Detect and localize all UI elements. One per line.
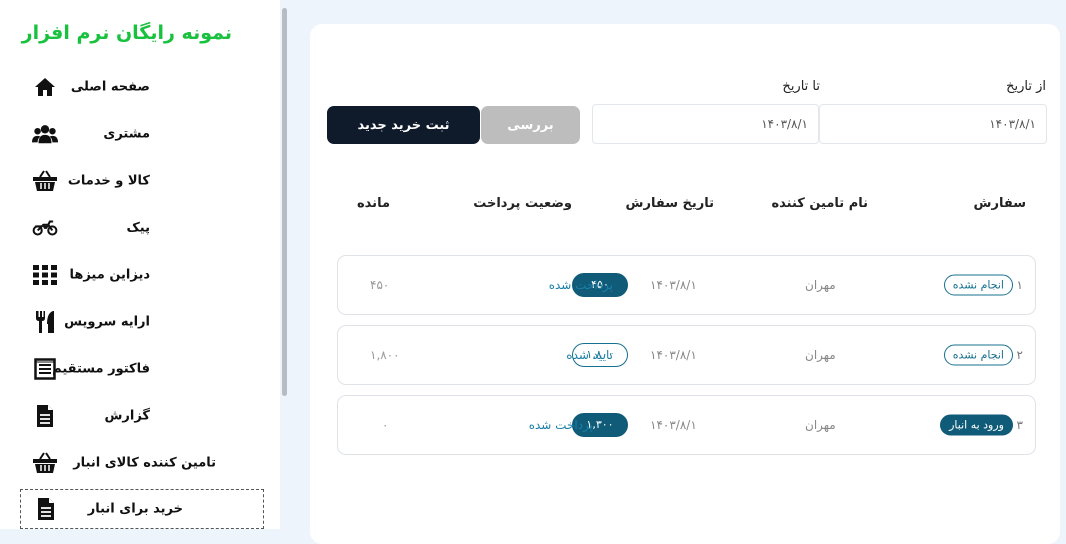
header-supplier: نام تامین کننده [771,196,868,211]
invoice-icon [32,357,58,381]
users-icon [32,122,58,146]
table-row[interactable]: ۳ ورود به انبار مهران ۱۴۰۳/۸/۱ ۱,۳۰۰ پرد… [337,395,1036,455]
payment-status: تایید شده [566,348,613,362]
remaining-amount: ۱,۸۰۰ [370,348,400,362]
order-date: ۱۴۰۳/۸/۱ [650,348,697,362]
grid-icon [32,263,58,287]
sidebar-item-label: گزارش [104,408,150,424]
header-payment-status: وضعیت پرداخت [473,196,572,211]
remaining-amount: ۴۵۰ [370,278,390,292]
sidebar-item-service[interactable]: ارایه سرویس [20,302,262,342]
sidebar-item-label: پیک [126,220,151,236]
table-row[interactable]: ۱ انجام نشده مهران ۱۴۰۳/۸/۱ ۴۵۰ پرداخت ش… [337,255,1036,315]
row-index: ۲ [1016,348,1023,362]
sidebar-item-label: دیزاین میزها [69,267,150,283]
payment-status: پرداخت شده [528,418,593,432]
sidebar: نمونه رایگان نرم افزار صفحه اصلی مشتری ک… [0,0,280,529]
table-row[interactable]: ۲ انجام نشده مهران ۱۴۰۳/۸/۱ ۱,۸۰۰ تایید … [337,325,1036,385]
payment-status: پرداخت شده [548,278,613,292]
to-date-value: ۱۴۰۳/۸/۱ [761,117,808,131]
sidebar-item-label: فاکتور مستقیم [52,361,150,377]
sidebar-item-report[interactable]: گزارش [20,396,262,436]
sidebar-item-label: خرید برای انبار [87,501,183,517]
to-date-label: تا تاریخ [782,79,820,94]
supplier-name: مهران [805,348,836,362]
sidebar-item-customer[interactable]: مشتری [20,114,262,154]
check-button[interactable]: بررسی [481,106,580,144]
sidebar-item-label: تامین کننده کالای انبار [73,455,216,471]
row-index: ۳ [1016,418,1023,432]
order-date: ۱۴۰۳/۸/۱ [650,418,697,432]
sidebar-item-label: کالا و خدمات [67,173,150,189]
sidebar-item-label: مشتری [103,126,150,142]
from-date-value: ۱۴۰۳/۸/۱ [989,117,1036,131]
document-icon [32,404,58,428]
status-badge: انجام نشده [943,274,1013,296]
new-purchase-button[interactable]: ثبت خرید جدید [327,106,480,144]
sidebar-item-direct-invoice[interactable]: فاکتور مستقیم [20,349,262,389]
to-date-field[interactable]: ۱۴۰۳/۸/۱ [592,104,819,144]
supplier-name: مهران [805,278,836,292]
status-badge: انجام نشده [943,344,1013,366]
sidebar-scrollbar[interactable] [282,8,287,396]
utensils-icon [32,310,58,334]
from-date-label: از تاریخ [1006,79,1046,94]
sidebar-item-products[interactable]: کالا و خدمات [20,161,262,201]
status-badge: ورود به انبار [940,414,1013,436]
document-icon [33,497,59,521]
sidebar-item-courier[interactable]: پیک [20,208,262,248]
remaining-amount: ۰ [382,418,389,432]
header-order-date: تاریخ سفارش [625,196,714,211]
sidebar-item-label: ارایه سرویس [64,314,150,330]
from-date-field[interactable]: ۱۴۰۳/۸/۱ [819,104,1047,144]
brand-title: نمونه رایگان نرم افزار [21,22,232,44]
order-date: ۱۴۰۳/۸/۱ [650,278,697,292]
sidebar-item-table-design[interactable]: دیزاین میزها [20,255,262,295]
row-index: ۱ [1016,278,1023,292]
sidebar-item-home[interactable]: صفحه اصلی [20,67,262,107]
motorcycle-icon [32,216,58,240]
home-icon [32,75,58,99]
supplier-name: مهران [805,418,836,432]
header-order: سفارش [973,196,1026,211]
sidebar-item-warehouse-supplier[interactable]: تامین کننده کالای انبار [20,443,262,483]
basket-icon [32,169,58,193]
sidebar-item-warehouse-purchase[interactable]: خرید برای انبار [20,489,264,529]
basket-icon [32,451,58,475]
sidebar-item-label: صفحه اصلی [70,79,150,95]
header-remaining: مانده [357,196,390,211]
